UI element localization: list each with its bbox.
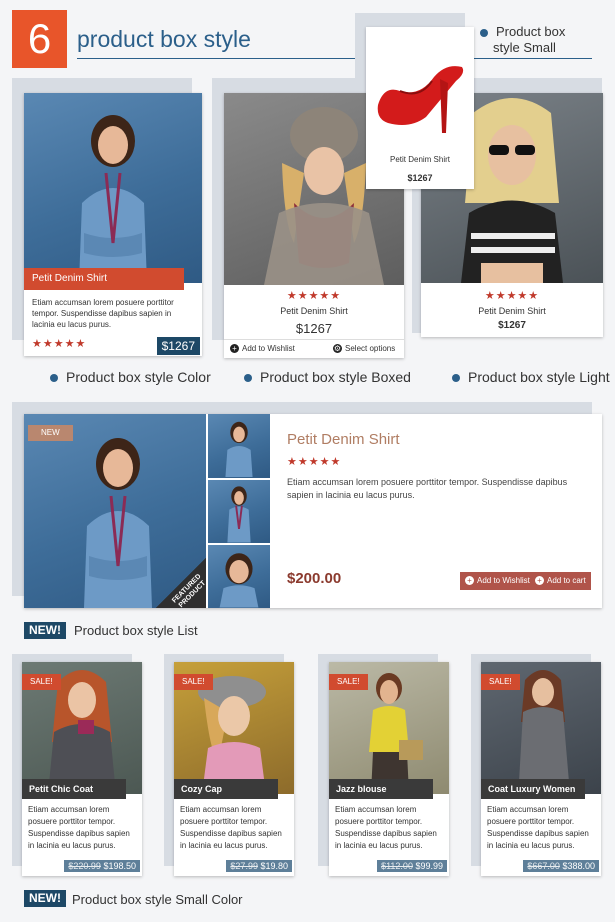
- style-boxed-label: Product box style Boxed: [244, 369, 411, 385]
- product-card-small[interactable]: Petit Denim Shirt $1267: [366, 27, 474, 189]
- page-title: product box style: [77, 26, 251, 52]
- thumbnail-2[interactable]: [206, 479, 270, 543]
- product-photo[interactable]: [370, 33, 470, 143]
- new-badge: NEW!: [24, 622, 66, 639]
- small-color-card-1[interactable]: SALE! Petit Chic Coat Etiam accumsan lor…: [22, 662, 142, 876]
- price-tag: $667.00 $388.00: [523, 860, 599, 872]
- woman-thumbnail-figure: [219, 553, 259, 608]
- product-price: $1267: [407, 173, 433, 183]
- sale-price: $198.50: [103, 861, 136, 871]
- red-heel-shoe-figure: [377, 66, 464, 133]
- sale-badge: SALE!: [22, 674, 61, 690]
- bullet-icon: [452, 374, 460, 383]
- title-underline: [77, 58, 592, 59]
- section-number: 6: [27, 15, 52, 62]
- thumbnail-3[interactable]: [206, 544, 270, 608]
- sale-price: $19.80: [260, 861, 288, 871]
- rating-stars: ★★★★★: [286, 290, 342, 302]
- list-style-caption: Product box style List: [74, 623, 198, 638]
- product-photo[interactable]: [24, 93, 202, 283]
- product-name-label[interactable]: Jazz blouse: [329, 779, 433, 799]
- small-style-line1: Product box: [496, 24, 566, 39]
- sale-price: $99.99: [415, 861, 443, 871]
- product-name[interactable]: Petit Denim Shirt: [421, 306, 603, 316]
- thumbnail-1[interactable]: [206, 414, 270, 478]
- add-to-wishlist-button[interactable]: + Add to Wishlist: [230, 344, 295, 354]
- product-card-color[interactable]: Petit Denim Shirt Etiam accumsan lorem p…: [24, 93, 202, 356]
- wishlist-label: Add to Wishlist: [477, 576, 530, 585]
- product-name-label[interactable]: Petit Denim Shirt: [24, 268, 184, 290]
- style-light-label: Product box style Light: [452, 369, 610, 385]
- product-name-label[interactable]: Coat Luxury Women: [481, 779, 585, 799]
- rating-stars: ★★★★★: [484, 290, 540, 302]
- sale-badge: SALE!: [481, 674, 520, 690]
- product-description: Etiam accumsan lorem posuere porttitor t…: [180, 805, 282, 850]
- product-card-list[interactable]: NEW FEATURED PRODUCT Petit Denim Shirt ★…: [24, 414, 602, 609]
- options-label: Select options: [345, 344, 396, 353]
- wishlist-label: Add to Wishlist: [242, 344, 295, 353]
- add-to-wishlist-button[interactable]: + Add to Wishlist: [460, 572, 535, 590]
- woman-denim-figure: [79, 115, 147, 283]
- old-price: $667.00: [527, 861, 560, 871]
- product-description: Etiam accumsan lorem posuere porttitor t…: [487, 805, 589, 850]
- old-price: $27.99: [230, 861, 258, 871]
- product-price: $1267: [498, 320, 526, 331]
- product-price: $1267: [295, 321, 333, 336]
- product-description: Etiam accumsan lorem posuere porttitor t…: [28, 805, 130, 850]
- plus-icon: +: [535, 576, 544, 586]
- style-color-label: Product box style Color: [50, 369, 211, 385]
- product-name[interactable]: Petit Denim Shirt: [366, 155, 474, 164]
- add-to-cart-button[interactable]: + Add to cart: [530, 572, 591, 590]
- small-color-card-4[interactable]: SALE! Coat Luxury Women Etiam accumsan l…: [481, 662, 601, 876]
- small-color-style-caption: Product box style Small Color: [72, 892, 243, 907]
- plus-icon: +: [230, 344, 239, 354]
- gear-icon: ⚙: [333, 344, 342, 354]
- product-name-label[interactable]: Petit Chic Coat: [22, 779, 126, 799]
- sale-badge: SALE!: [174, 674, 213, 690]
- old-price: $220.99: [68, 861, 101, 871]
- bullet-icon: [480, 28, 488, 37]
- section-number-badge: 6: [12, 10, 67, 68]
- price-tag: $220.99 $198.50: [64, 860, 140, 872]
- product-name-label[interactable]: Cozy Cap: [174, 779, 278, 799]
- old-price: $112.00: [381, 861, 413, 871]
- rating-stars: ★★★★★: [287, 456, 342, 468]
- small-color-card-3[interactable]: SALE! Jazz blouse Etiam accumsan lorem p…: [329, 662, 449, 876]
- product-name[interactable]: Petit Denim Shirt: [224, 306, 404, 316]
- product-description: Etiam accumsan lorem posuere porttitor t…: [335, 805, 437, 850]
- product-description: Etiam accumsan lorem posuere porttitor t…: [32, 298, 174, 329]
- small-style-legend: Product box style Small: [480, 24, 565, 56]
- plus-icon: +: [465, 576, 474, 586]
- product-title[interactable]: Petit Denim Shirt: [287, 431, 400, 448]
- woman-thumbnail-figure: [227, 486, 251, 543]
- divider: [224, 339, 404, 340]
- sale-price: $388.00: [562, 861, 595, 871]
- cart-label: Add to cart: [547, 576, 586, 585]
- price-tag: $27.99 $19.80: [226, 860, 292, 872]
- price-badge: $1267: [156, 337, 200, 355]
- sale-badge: SALE!: [329, 674, 368, 690]
- woman-thumbnail-figure: [225, 421, 253, 477]
- new-badge: NEW!: [24, 890, 66, 907]
- small-color-card-2[interactable]: SALE! Cozy Cap Etiam accumsan lorem posu…: [174, 662, 294, 876]
- bullet-icon: [244, 374, 252, 383]
- small-style-line2: style Small: [493, 40, 556, 55]
- price-tag: $112.00 $99.99: [377, 860, 447, 872]
- product-description: Etiam accumsan lorem posuere porttitor t…: [287, 477, 568, 500]
- product-price: $200.00: [287, 570, 342, 587]
- bullet-icon: [50, 374, 58, 383]
- rating-stars: ★★★★★: [32, 338, 87, 350]
- new-tag: NEW: [28, 425, 73, 441]
- select-options-button[interactable]: ⚙ Select options: [333, 344, 396, 354]
